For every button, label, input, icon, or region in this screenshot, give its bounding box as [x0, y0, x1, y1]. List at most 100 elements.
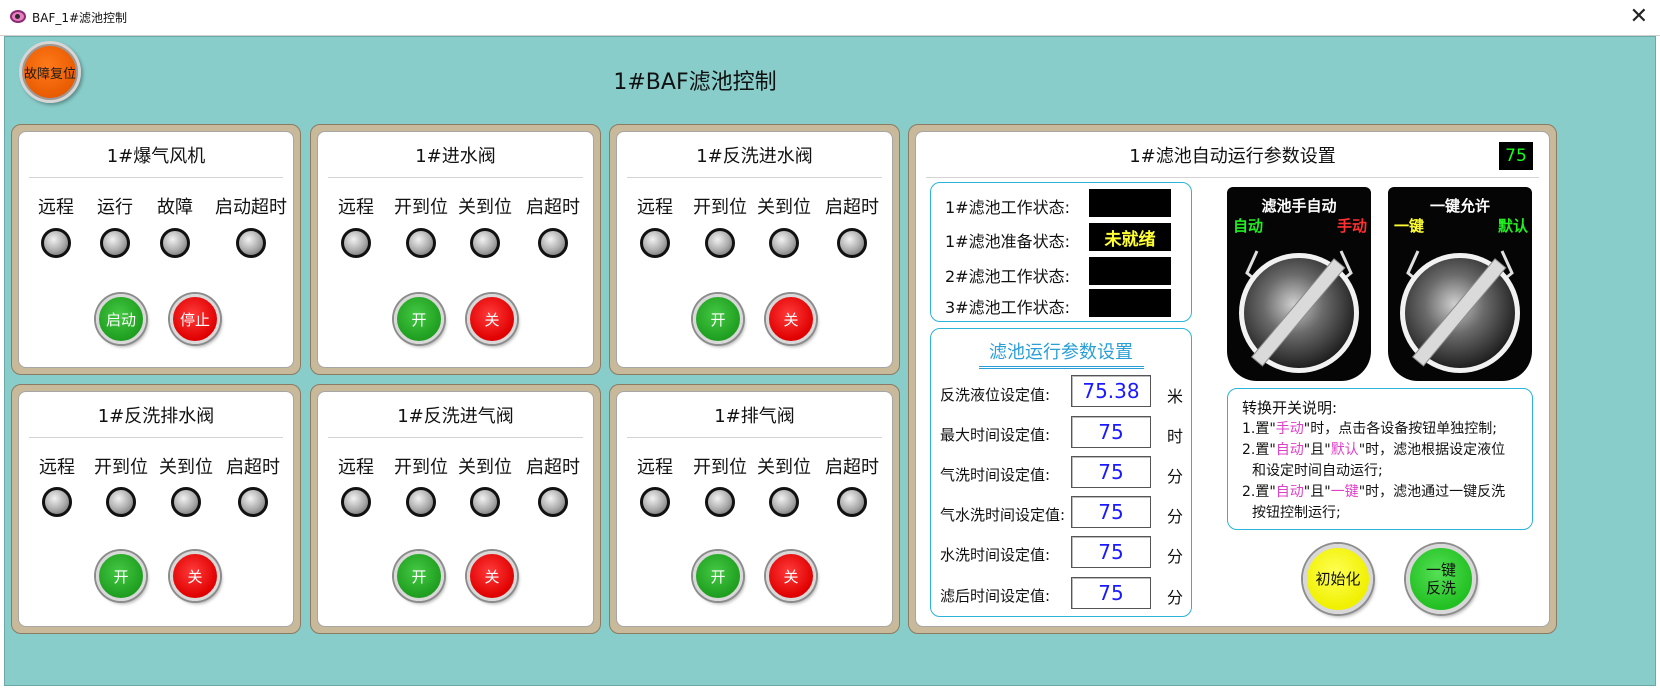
lamp-label-timeout: 启超时: [226, 457, 280, 478]
open-button[interactable]: 开: [96, 551, 146, 601]
panel-backwash-drain-valve: 1#反洗排水阀 远程 开到位 关到位 启超时 开 关: [11, 384, 301, 634]
close-button[interactable]: 关: [467, 294, 517, 344]
param-unit: 米: [1167, 387, 1184, 406]
close-icon[interactable]: ✕: [1630, 4, 1648, 29]
param-label: 反洗液位设定值:: [940, 386, 1051, 404]
indicator-lamp: [171, 487, 201, 517]
param-unit: 分: [1167, 467, 1184, 486]
panel-title: 1#反洗进水阀: [627, 142, 882, 178]
indicator-lamp: [640, 228, 670, 258]
indicator-lamp: [538, 228, 568, 258]
param-water-wash-time-input[interactable]: 75: [1071, 536, 1151, 568]
text: "时，滤池通过一键反洗: [1358, 484, 1506, 500]
lamp-label-remote: 远程: [38, 197, 74, 218]
param-label: 滤后时间设定值:: [940, 587, 1051, 605]
panel-title: 1#反洗进气阀: [328, 402, 583, 438]
param-air-water-wash-time-input[interactable]: 75: [1071, 496, 1151, 528]
text: "时，滤池根据设定液位: [1358, 442, 1506, 458]
selector-knob-icon: [1239, 250, 1359, 373]
panel-title: 1#爆气风机: [29, 142, 283, 178]
switch-description-box: 转换开关说明: 1.置"手动"时，点击各设备按钮单独控制; 2.置"自动"且"默…: [1227, 388, 1533, 530]
highlight-auto: 自动: [1275, 442, 1304, 458]
backwash-label: 一键 反洗: [1426, 561, 1456, 597]
open-button[interactable]: 开: [394, 294, 444, 344]
param-unit: 分: [1167, 547, 1184, 566]
status-label: 3#滤池工作状态:: [945, 298, 1070, 317]
param-label: 气洗时间设定值:: [940, 466, 1051, 484]
indicator-lamp: [705, 228, 735, 258]
status-label: 2#滤池工作状态:: [945, 267, 1070, 286]
highlight-auto: 自动: [1275, 484, 1304, 500]
description-line: 2.置"自动"且"一键"时，滤池通过一键反洗: [1242, 481, 1505, 501]
indicator-lamp: [705, 487, 735, 517]
lamp-label-remote: 远程: [637, 457, 673, 478]
indicator-lamp: [406, 487, 436, 517]
text: 1.置": [1242, 421, 1276, 437]
indicator-lamp: [406, 228, 436, 258]
lamp-label-open: 开到位: [394, 457, 448, 478]
close-button[interactable]: 关: [170, 551, 220, 601]
lamp-label-timeout: 启超时: [526, 457, 580, 478]
param-unit: 时: [1167, 427, 1184, 446]
stop-button[interactable]: 停止: [170, 294, 220, 344]
selector-manual-auto[interactable]: 滤池手自动 自动 手动: [1227, 187, 1371, 381]
lamp-label-closed: 关到位: [159, 457, 213, 478]
indicator-lamp: [837, 487, 867, 517]
param-backwash-level-input[interactable]: 75.38: [1071, 375, 1151, 407]
description-line: 按钮控制运行;: [1252, 505, 1341, 521]
lamp-label-fault: 故障: [157, 197, 193, 218]
indicator-lamp: [106, 487, 136, 517]
param-max-time-input[interactable]: 75: [1071, 416, 1151, 448]
description-line: 2.置"自动"且"默认"时，滤池根据设定液位: [1242, 439, 1505, 459]
text: 2.置": [1242, 484, 1276, 500]
param-post-filter-time-input[interactable]: 75: [1071, 577, 1151, 609]
close-button[interactable]: 关: [766, 294, 816, 344]
param-label: 最大时间设定值:: [940, 426, 1051, 444]
selector-one-key-allow[interactable]: 一键允许 一键 默认: [1388, 187, 1532, 381]
highlight-one-key: 一键: [1330, 484, 1359, 500]
status-value: [1089, 189, 1171, 217]
indicator-lamp: [470, 228, 500, 258]
panel-title: 1#进水阀: [328, 142, 583, 178]
window-title: BAF_1#滤池控制: [32, 11, 128, 25]
open-button[interactable]: 开: [693, 551, 743, 601]
panel-exhaust-valve: 1#排气阀 远程 开到位 关到位 启超时 开 关: [609, 384, 900, 634]
description-line: 1.置"手动"时，点击各设备按钮单独控制;: [1242, 418, 1497, 438]
panel-aeration-blower: 1#爆气风机 远程 运行 故障 启动超时 启动 停止: [11, 124, 301, 375]
lamp-label-running: 运行: [97, 197, 133, 218]
indicator-lamp: [238, 487, 268, 517]
counter-display: 75: [1499, 142, 1533, 170]
panel-inlet-valve: 1#进水阀 远程 开到位 关到位 启超时 开 关: [310, 124, 601, 375]
lamp-label-open: 开到位: [693, 197, 747, 218]
close-button[interactable]: 关: [467, 551, 517, 601]
start-button[interactable]: 启动: [96, 294, 146, 344]
panel-title: 1#滤池自动运行参数设置: [926, 142, 1539, 178]
indicator-lamp: [341, 228, 371, 258]
indicator-lamp: [100, 228, 130, 258]
initialize-button[interactable]: 初始化: [1303, 544, 1373, 614]
param-unit: 分: [1167, 507, 1184, 526]
param-label: 气水洗时间设定值:: [940, 506, 1066, 524]
one-key-backwash-button[interactable]: 一键 反洗: [1406, 544, 1476, 614]
panel-backwash-inlet-valve: 1#反洗进水阀 远程 开到位 关到位 启超时 开 关: [609, 124, 900, 375]
text: "且": [1303, 484, 1331, 500]
open-button[interactable]: 开: [394, 551, 444, 601]
open-button[interactable]: 开: [693, 294, 743, 344]
lamp-label-remote: 远程: [39, 457, 75, 478]
text: "且": [1303, 442, 1331, 458]
status-value: [1089, 289, 1171, 317]
indicator-lamp: [341, 487, 371, 517]
indicator-lamp: [538, 487, 568, 517]
status-value: [1089, 257, 1171, 285]
panel-backwash-air-valve: 1#反洗进气阀 远程 开到位 关到位 启超时 开 关: [310, 384, 601, 634]
lamp-label-open: 开到位: [94, 457, 148, 478]
close-button[interactable]: 关: [766, 551, 816, 601]
status-label: 1#滤池工作状态:: [945, 198, 1070, 217]
indicator-lamp: [640, 487, 670, 517]
description-heading: 转换开关说明:: [1242, 399, 1338, 417]
param-air-wash-time-input[interactable]: 75: [1071, 456, 1151, 488]
highlight-manual: 手动: [1275, 421, 1304, 437]
lamp-label-remote: 远程: [637, 197, 673, 218]
lamp-label-closed: 关到位: [458, 457, 512, 478]
backwash-label-line2: 反洗: [1425, 579, 1456, 597]
